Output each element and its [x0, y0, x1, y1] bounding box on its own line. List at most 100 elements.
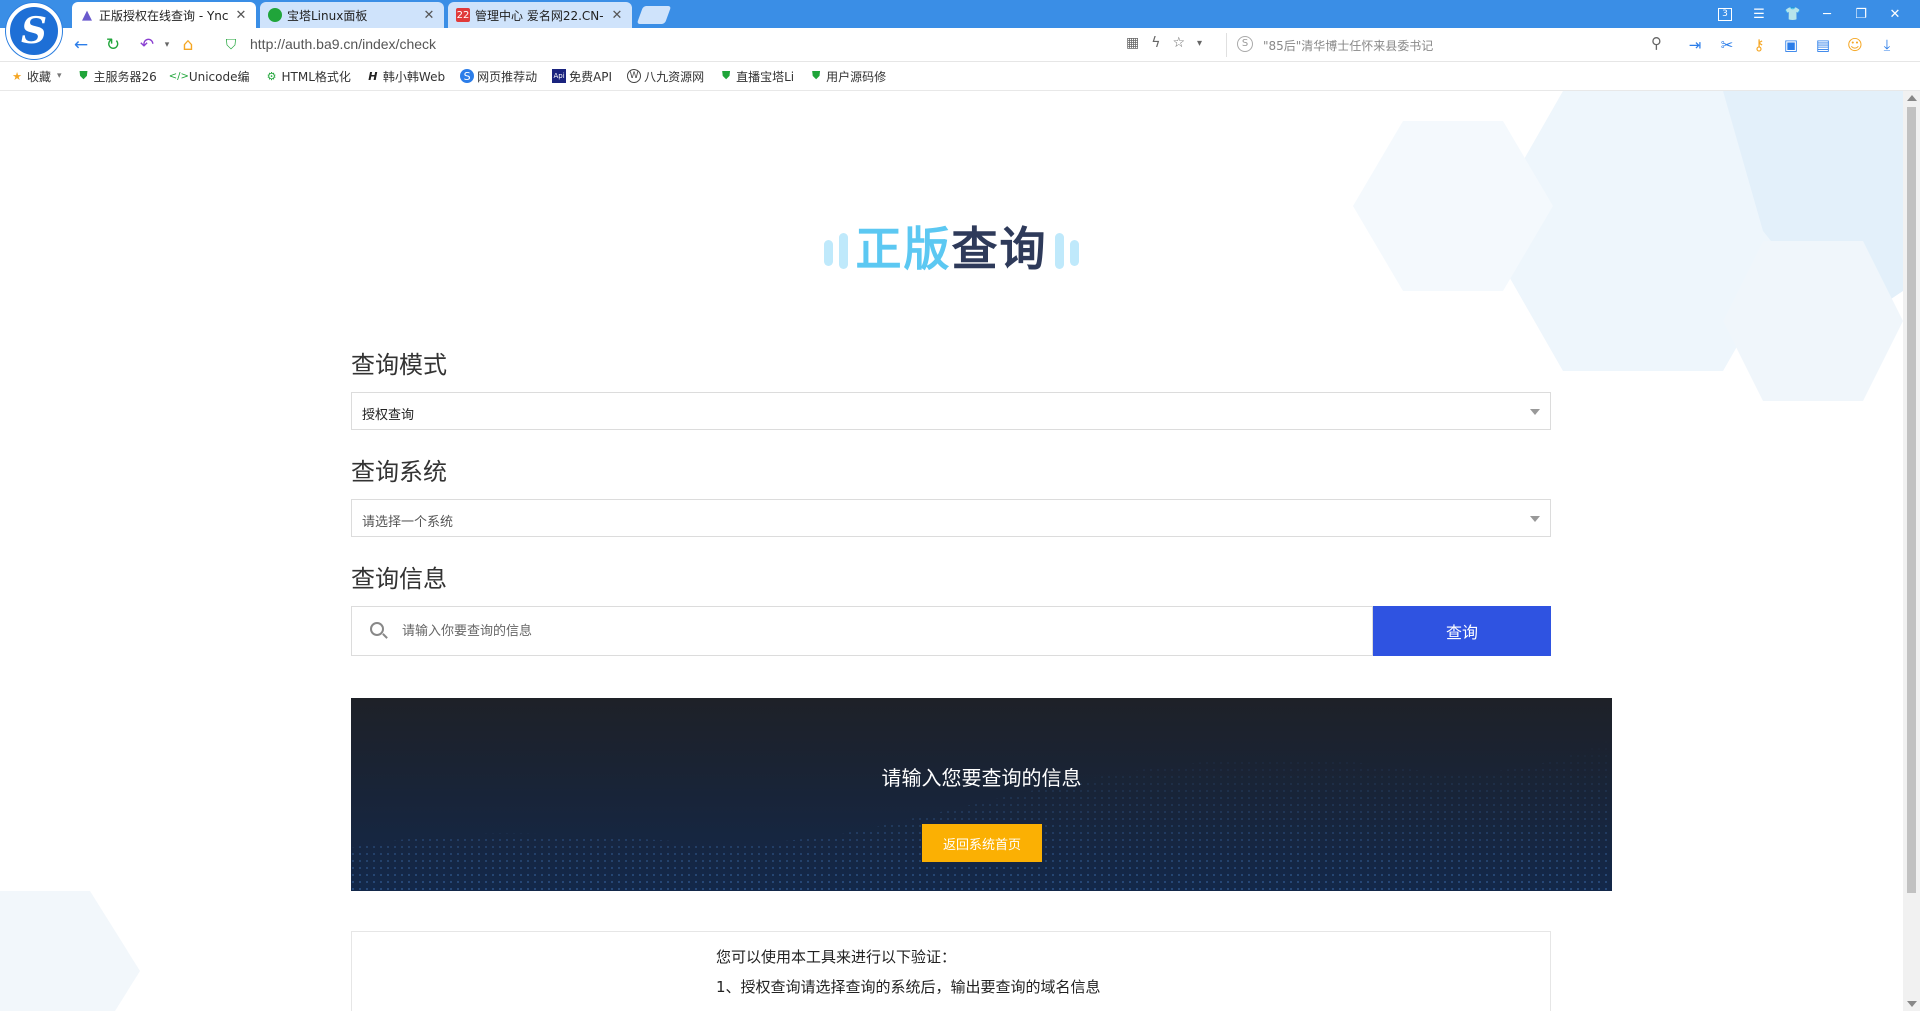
minimize-icon[interactable]: ─ — [1810, 4, 1844, 24]
navigation-bar: ← ↻ ↶ ▾ ⌂ ⛉ http://auth.ba9.cn/index/che… — [0, 28, 1920, 62]
translate-icon[interactable]: ▣ — [1780, 34, 1802, 56]
skin-icon[interactable]: 👕 — [1776, 4, 1810, 24]
chevron-down-icon — [1530, 516, 1540, 522]
info-line: 您可以使用本工具来进行以下验证： — [716, 948, 957, 966]
search-row: 查询 — [351, 606, 1551, 656]
scissors-icon[interactable]: ✂ — [1716, 34, 1738, 56]
info-line: 1、授权查询请选择查询的系统后，输出要查询的域名信息 — [716, 978, 1101, 996]
title-highlight: 正版 — [855, 222, 952, 276]
code-icon: </> — [168, 70, 189, 82]
s-icon: S — [460, 69, 475, 83]
mode-select[interactable]: 授权查询 — [351, 392, 1551, 430]
tab-title: 管理中心 爱名网22.CN- — [475, 8, 604, 23]
page-content: 正版查询 查询模式 授权查询 查询系统 请选择一个系统 查询信息 查询 — [0, 91, 1903, 1011]
toolbar-icons: ⇥ ✂ ⚷ ▣ ▤ ☺ ⤓ — [1684, 34, 1898, 56]
tab-title: 正版授权在线查询 - Ync — [99, 8, 229, 23]
banner-message: 请输入您要查询的信息 — [881, 766, 1082, 790]
bookmark-item[interactable]: W 八九资源网 — [627, 68, 704, 85]
close-icon[interactable]: ✕ — [610, 8, 624, 23]
decor-pill — [839, 233, 849, 269]
bookmark-item[interactable]: S 网页推荐动 — [460, 68, 537, 85]
shield-check-icon: ⛉ — [225, 37, 237, 53]
result-banner: 请输入您要查询的信息 返回系统首页 — [351, 698, 1612, 891]
login-icon[interactable]: ⇥ — [1684, 34, 1706, 56]
tab-bar: ▲ 正版授权在线查询 - Ync ✕ 宝塔Linux面板 ✕ 22 管理中心 爱… — [0, 0, 1920, 28]
emoji-icon[interactable]: ☺ — [1844, 34, 1866, 56]
title-main: 查询 — [951, 222, 1048, 276]
bookmark-item[interactable]: </> Unicode编 — [168, 68, 250, 85]
query-button[interactable]: 查询 — [1373, 606, 1551, 656]
22cn-logo-icon: 22 — [456, 8, 470, 22]
chevron-down-icon[interactable]: ▾ — [156, 34, 178, 56]
address-bar[interactable]: http://auth.ba9.cn/index/check — [250, 36, 436, 52]
bookmark-item[interactable]: ⛊ 主服务器26 — [77, 68, 156, 85]
new-tab-button[interactable] — [636, 6, 672, 24]
background-hexagons — [0, 891, 140, 1011]
bookmark-favorites[interactable]: ★ 收藏 ▾ — [10, 68, 62, 85]
key-icon[interactable]: ⚷ — [1748, 34, 1770, 56]
s-logo-icon: S — [21, 10, 47, 52]
shield-icon: ⛊ — [812, 69, 821, 82]
api-icon: Api — [552, 69, 567, 83]
reader-icon[interactable]: ▤ — [1812, 34, 1834, 56]
back-icon[interactable]: ← — [70, 34, 92, 56]
chevron-down-icon — [1530, 409, 1540, 415]
home-icon[interactable]: ⌂ — [177, 34, 199, 56]
menu-icon[interactable]: ☰ — [1742, 4, 1776, 24]
tab-auth-query[interactable]: ▲ 正版授权在线查询 - Ync ✕ — [72, 2, 256, 28]
refresh-icon[interactable]: ↻ — [102, 34, 124, 56]
mode-label: 查询模式 — [351, 351, 447, 379]
star-icon[interactable]: ☆ — [1172, 35, 1185, 51]
browser-logo: S — [6, 3, 62, 59]
system-placeholder: 请选择一个系统 — [362, 515, 454, 530]
search-box[interactable]: S "85后"清华博士任怀来县委书记 ⚲ — [1226, 33, 1666, 57]
bookmark-item[interactable]: ⛊ 用户源码修 — [809, 68, 886, 85]
gear-icon: ⚙ — [266, 69, 277, 83]
chevron-down-icon: ▾ — [57, 71, 62, 81]
info-label: 查询信息 — [351, 565, 447, 593]
search-icon[interactable]: ⚲ — [1651, 34, 1662, 52]
lightning-icon[interactable]: ϟ — [1151, 35, 1160, 51]
system-select[interactable]: 请选择一个系统 — [351, 499, 1551, 537]
qrcode-icon[interactable]: ▦ — [1126, 35, 1139, 51]
tab-title: 宝塔Linux面板 — [287, 8, 368, 23]
triangle-logo-icon: ▲ — [82, 7, 92, 23]
restore-icon[interactable]: ❐ — [1844, 4, 1878, 24]
tab-22cn-admin[interactable]: 22 管理中心 爱名网22.CN- ✕ — [448, 2, 632, 28]
wordpress-icon: W — [627, 69, 642, 83]
tab-baota-panel[interactable]: 宝塔Linux面板 ✕ — [260, 2, 444, 28]
bookmark-item[interactable]: H 韩小韩Web — [366, 68, 445, 85]
tab-count-icon[interactable]: 3 — [1708, 4, 1742, 24]
page-scrollbar[interactable] — [1903, 91, 1920, 1011]
download-icon[interactable]: ⤓ — [1876, 34, 1898, 56]
sogou-icon: S — [1237, 36, 1253, 52]
bookmark-item[interactable]: Api 免费API — [552, 68, 612, 85]
close-icon[interactable]: ✕ — [422, 8, 436, 23]
chevron-down-icon[interactable]: ▾ — [1197, 35, 1202, 51]
home-button[interactable]: 返回系统首页 — [922, 824, 1042, 862]
shield-icon: ⛊ — [721, 69, 731, 82]
h-icon: H — [368, 69, 378, 83]
page-title: 正版查询 — [0, 213, 1903, 279]
window-controls: 3 ☰ 👕 ─ ❐ ✕ — [1708, 4, 1912, 24]
search-icon — [370, 622, 384, 636]
info-input[interactable] — [402, 619, 1302, 643]
scroll-thumb[interactable] — [1907, 107, 1916, 893]
decor-pill — [1054, 233, 1064, 269]
bookmark-item[interactable]: ⛊ 直播宝塔Li — [719, 68, 794, 85]
star-icon: ★ — [12, 69, 22, 83]
query-form: 查询模式 授权查询 查询系统 请选择一个系统 查询信息 查询 — [351, 345, 1551, 656]
info-input-wrapper — [351, 606, 1373, 656]
undo-icon[interactable]: ↶ — [136, 34, 158, 56]
bookmark-item[interactable]: ⚙ HTML格式化 — [265, 68, 351, 85]
search-placeholder: "85后"清华博士任怀来县委书记 — [1263, 39, 1434, 53]
address-actions: ▦ ϟ ☆ ▾ — [1126, 35, 1202, 51]
decor-pill — [1069, 240, 1079, 266]
wave-dots-background — [351, 698, 1612, 891]
scroll-down-icon[interactable] — [1907, 1001, 1917, 1007]
close-window-icon[interactable]: ✕ — [1878, 4, 1912, 24]
scroll-up-icon[interactable] — [1907, 95, 1917, 101]
close-icon[interactable]: ✕ — [234, 8, 248, 23]
system-label: 查询系统 — [351, 458, 447, 486]
decor-pill — [824, 240, 834, 266]
